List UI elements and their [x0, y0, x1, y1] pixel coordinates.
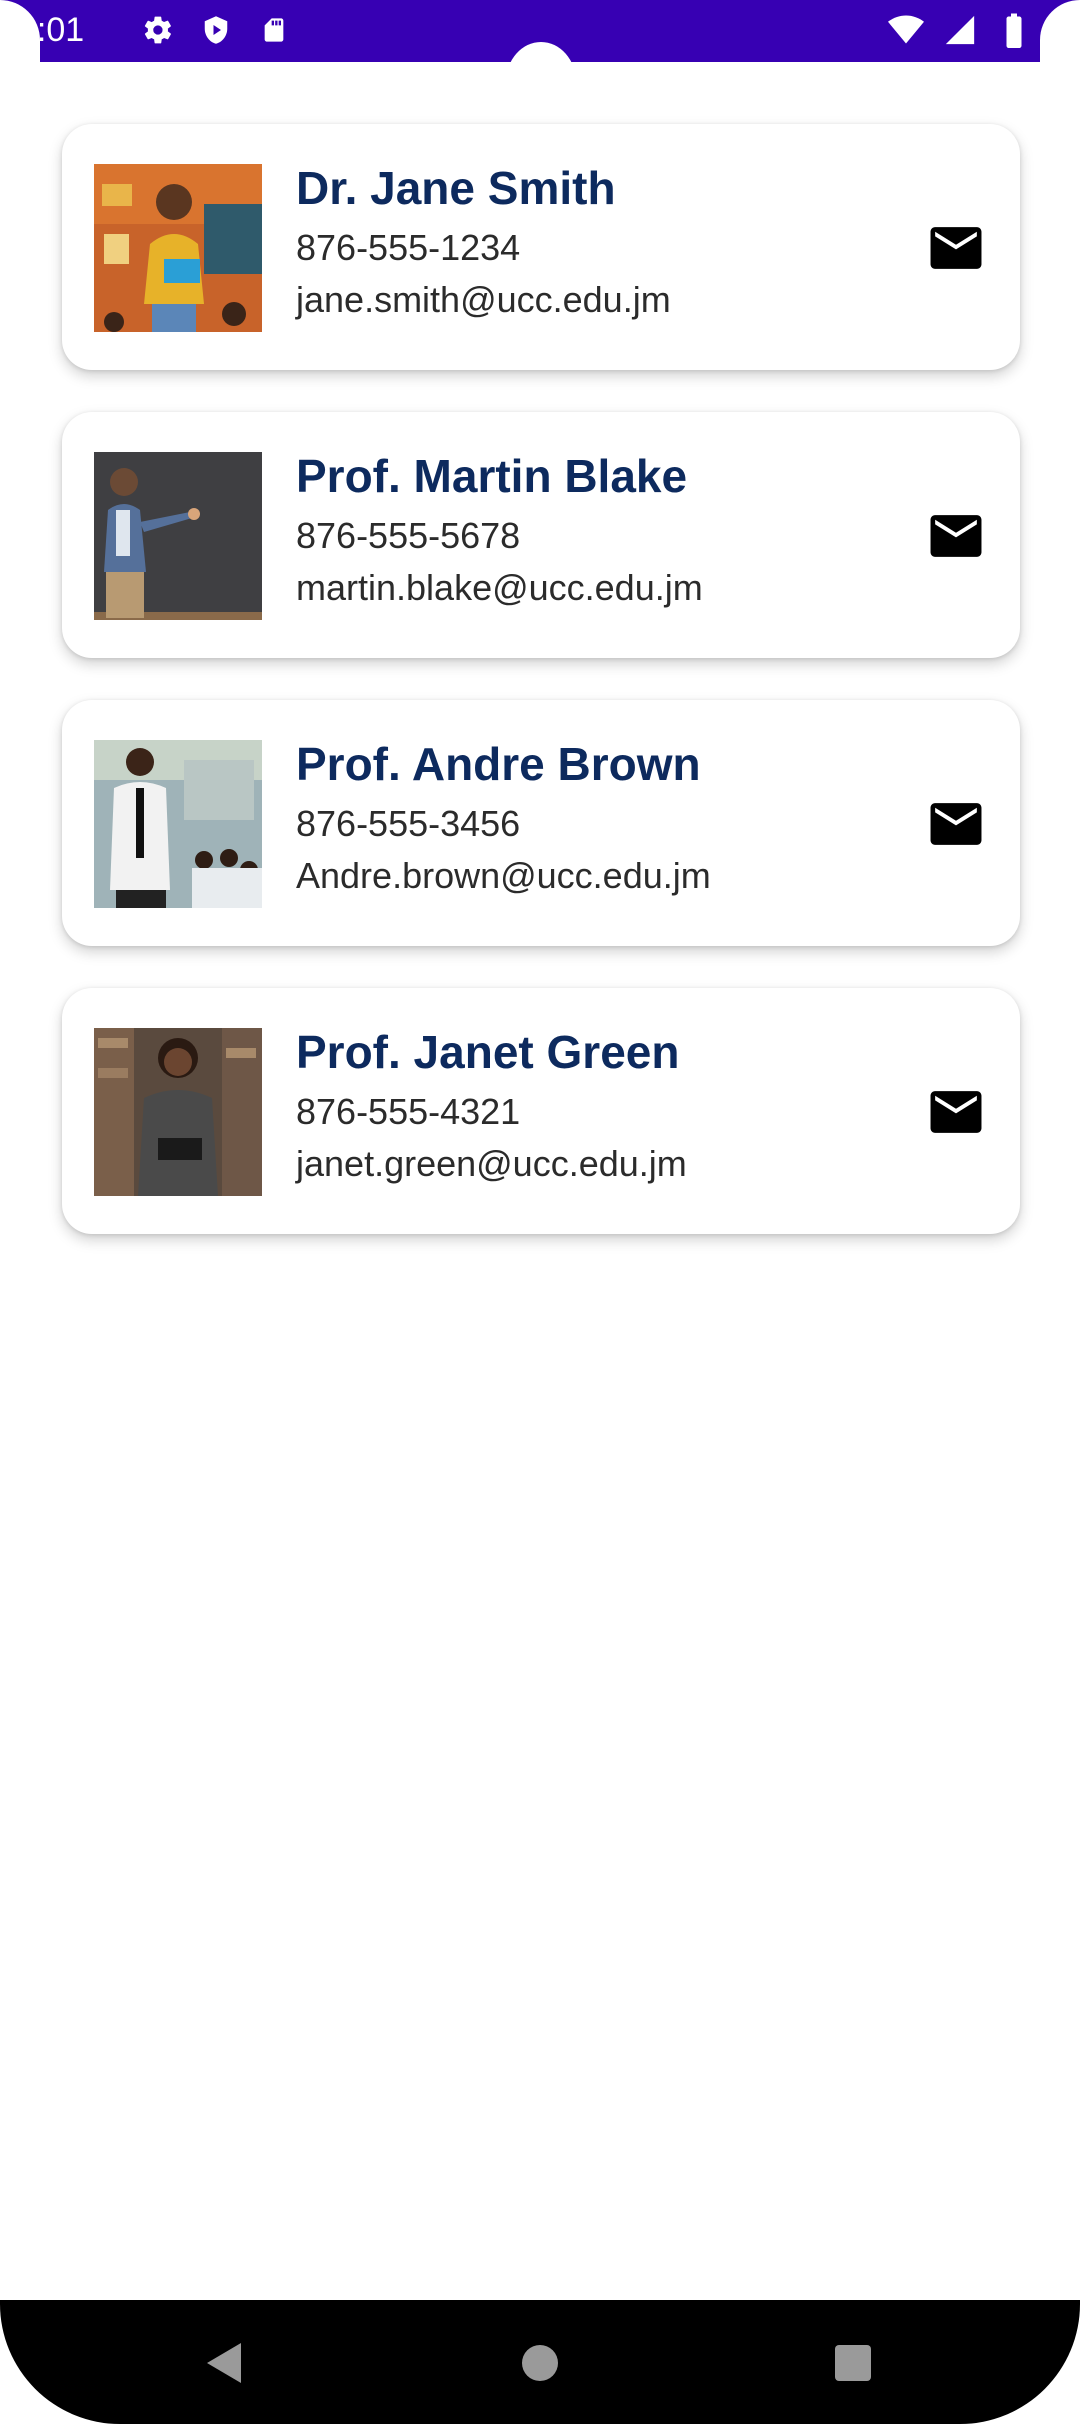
- contact-photo: [94, 452, 262, 620]
- email-icon[interactable]: [928, 803, 984, 845]
- back-icon[interactable]: [200, 2338, 250, 2388]
- contact-name: Prof. Janet Green: [296, 1026, 680, 1078]
- home-icon[interactable]: [515, 2338, 565, 2388]
- navigation-bar: [0, 2300, 1080, 2424]
- contact-phone[interactable]: 876-555-3456: [296, 798, 711, 850]
- status-time: 2:01: [18, 11, 85, 49]
- recents-icon[interactable]: [828, 2338, 878, 2388]
- email-icon[interactable]: [928, 515, 984, 557]
- email-icon[interactable]: [928, 1091, 984, 1133]
- email-icon[interactable]: [928, 227, 984, 269]
- contact-email[interactable]: Andre.brown@ucc.edu.jm: [296, 850, 711, 902]
- contact-photo: [94, 1028, 262, 1196]
- contact-photo: [94, 740, 262, 908]
- contact-email[interactable]: janet.green@ucc.edu.jm: [296, 1138, 687, 1190]
- contact-phone[interactable]: 876-555-1234: [296, 222, 671, 274]
- status-icons-right: [888, 12, 1032, 48]
- battery-icon: [996, 12, 1032, 48]
- gear-icon: [140, 12, 176, 48]
- contact-phone[interactable]: 876-555-5678: [296, 510, 703, 562]
- contact-phone[interactable]: 876-555-4321: [296, 1086, 687, 1138]
- contact-card[interactable]: Prof. Janet Green 876-555-4321 janet.gre…: [62, 988, 1020, 1234]
- contact-card[interactable]: Prof. Andre Brown 876-555-3456 Andre.bro…: [62, 700, 1020, 946]
- sd-card-icon: [256, 12, 292, 48]
- contact-email[interactable]: jane.smith@ucc.edu.jm: [296, 274, 671, 326]
- contact-info: Dr. Jane Smith 876-555-1234 jane.smith@u…: [296, 160, 671, 326]
- shield-play-icon: [198, 12, 234, 48]
- status-icons-left: [140, 12, 292, 48]
- contact-list: Dr. Jane Smith 876-555-1234 jane.smith@u…: [62, 124, 1020, 1276]
- camera-cutout: [506, 42, 576, 122]
- contact-info: Prof. Janet Green 876-555-4321 janet.gre…: [296, 1024, 687, 1190]
- contact-name: Dr. Jane Smith: [296, 162, 616, 214]
- contact-email[interactable]: martin.blake@ucc.edu.jm: [296, 562, 703, 614]
- contact-name: Prof. Martin Blake: [296, 450, 688, 502]
- contact-card[interactable]: Prof. Martin Blake 876-555-5678 martin.b…: [62, 412, 1020, 658]
- contact-name: Prof. Andre Brown: [296, 738, 701, 790]
- contact-info: Prof. Martin Blake 876-555-5678 martin.b…: [296, 448, 703, 614]
- contact-photo: [94, 164, 262, 332]
- signal-icon: [942, 12, 978, 48]
- contact-card[interactable]: Dr. Jane Smith 876-555-1234 jane.smith@u…: [62, 124, 1020, 370]
- contact-info: Prof. Andre Brown 876-555-3456 Andre.bro…: [296, 736, 711, 902]
- wifi-icon: [888, 12, 924, 48]
